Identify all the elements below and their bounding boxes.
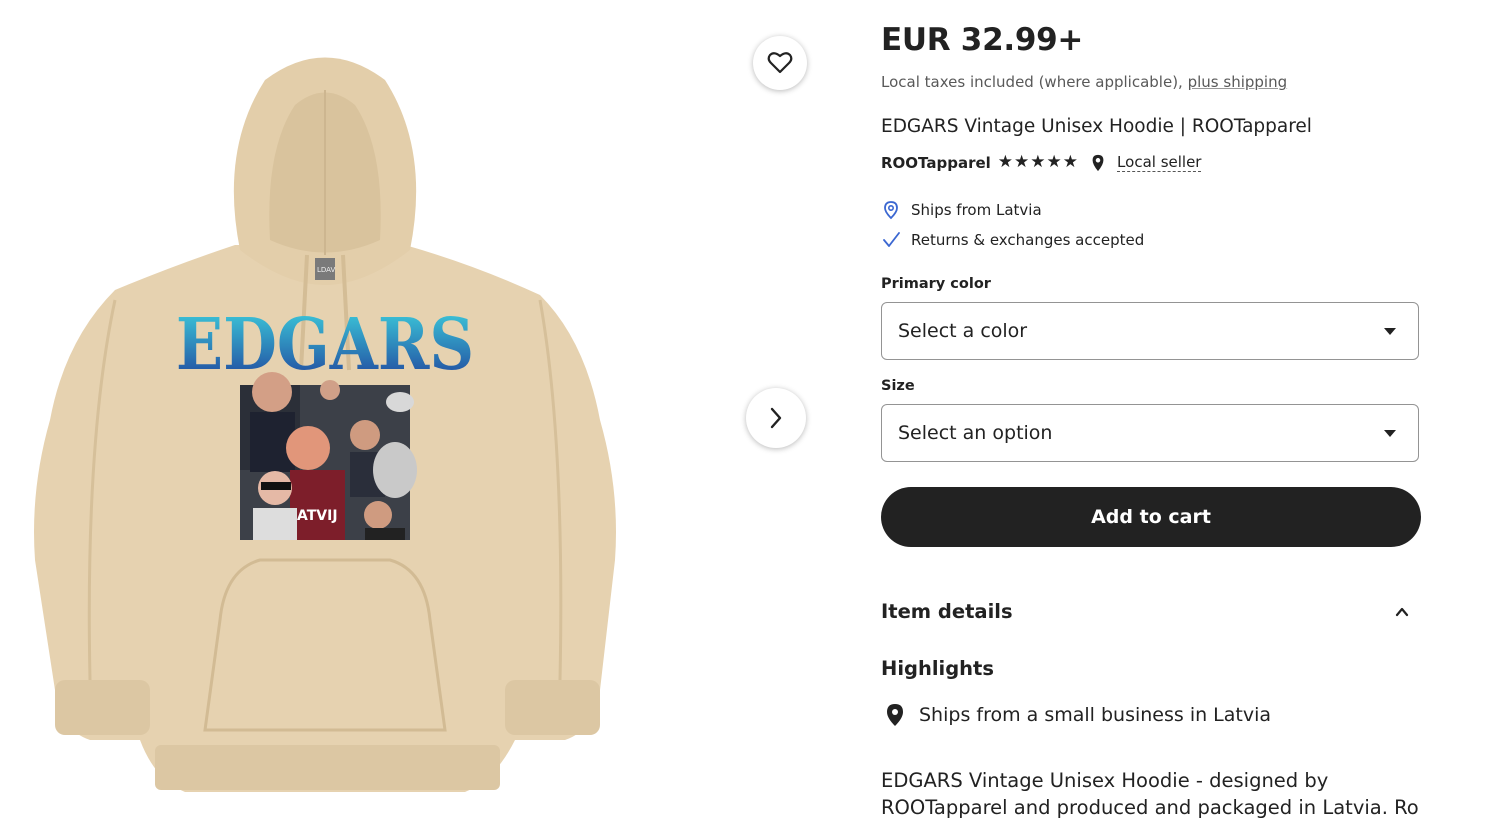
star-icon: ★ [1046, 152, 1062, 172]
description-line: EDGARS Vintage Unisex Hoodie - designed … [881, 769, 1329, 792]
listing-title: EDGARS Vintage Unisex Hoodie | ROOTappar… [881, 116, 1312, 137]
perk-returns: Returns & exchanges accepted [881, 230, 1144, 250]
favorite-button[interactable] [753, 36, 807, 90]
print-title: EDGARS [176, 302, 474, 386]
rating-stars[interactable]: ★ ★ ★ ★ ★ [998, 154, 1078, 171]
star-icon: ★ [1014, 152, 1030, 172]
seller-row: ROOTapparel ★ ★ ★ ★ ★ Local seller [881, 153, 1202, 172]
image-gallery: LDAV EDGARS ATVIJ [0, 0, 830, 809]
size-label: Size [881, 378, 915, 394]
tag-text: LDAV [317, 266, 336, 274]
product-image[interactable]: LDAV EDGARS ATVIJ [25, 40, 625, 800]
description-line: ROOTapparel and produced and packaged in… [881, 796, 1419, 819]
location-pin-icon [884, 201, 898, 220]
star-icon: ★ [997, 152, 1014, 172]
color-select[interactable]: Select a color [881, 302, 1419, 360]
item-details-heading: Item details [881, 600, 1013, 623]
star-icon: ★ [1030, 152, 1046, 172]
caret-down-icon [1384, 327, 1396, 335]
location-pin-icon [887, 704, 903, 726]
price: EUR 32.99+ [881, 22, 1084, 58]
tax-note: Local taxes included (where applicable),… [881, 73, 1287, 91]
add-to-cart-button[interactable]: Add to cart [881, 487, 1421, 547]
perk-text: Ships from Latvia [911, 201, 1042, 219]
size-select-value: Select an option [898, 422, 1053, 444]
perk-ships-from: Ships from Latvia [881, 200, 1042, 220]
chevron-right-icon [770, 407, 782, 429]
location-pin-icon [1092, 154, 1104, 171]
shipping-link[interactable]: plus shipping [1188, 73, 1288, 91]
item-details-toggle[interactable]: Item details [881, 600, 1421, 623]
highlight-text: Ships from a small business in Latvia [919, 704, 1272, 726]
svg-text:ATVIJ: ATVIJ [297, 508, 338, 524]
highlight-item: Ships from a small business in Latvia [885, 703, 1271, 727]
color-select-value: Select a color [898, 320, 1028, 342]
local-seller-link[interactable]: Local seller [1117, 153, 1202, 172]
heart-icon [767, 52, 793, 74]
perk-text: Returns & exchanges accepted [911, 231, 1145, 249]
next-image-button[interactable] [746, 388, 806, 448]
color-label: Primary color [881, 276, 991, 292]
tax-text: Local taxes included (where applicable), [881, 73, 1183, 91]
caret-down-icon [1384, 429, 1396, 437]
checkmark-icon [883, 232, 900, 247]
chevron-up-icon [1395, 607, 1409, 616]
size-select[interactable]: Select an option [881, 404, 1419, 462]
highlights-heading: Highlights [881, 657, 994, 680]
shop-name-link[interactable]: ROOTapparel [881, 154, 991, 172]
star-icon: ★ [1062, 152, 1079, 172]
